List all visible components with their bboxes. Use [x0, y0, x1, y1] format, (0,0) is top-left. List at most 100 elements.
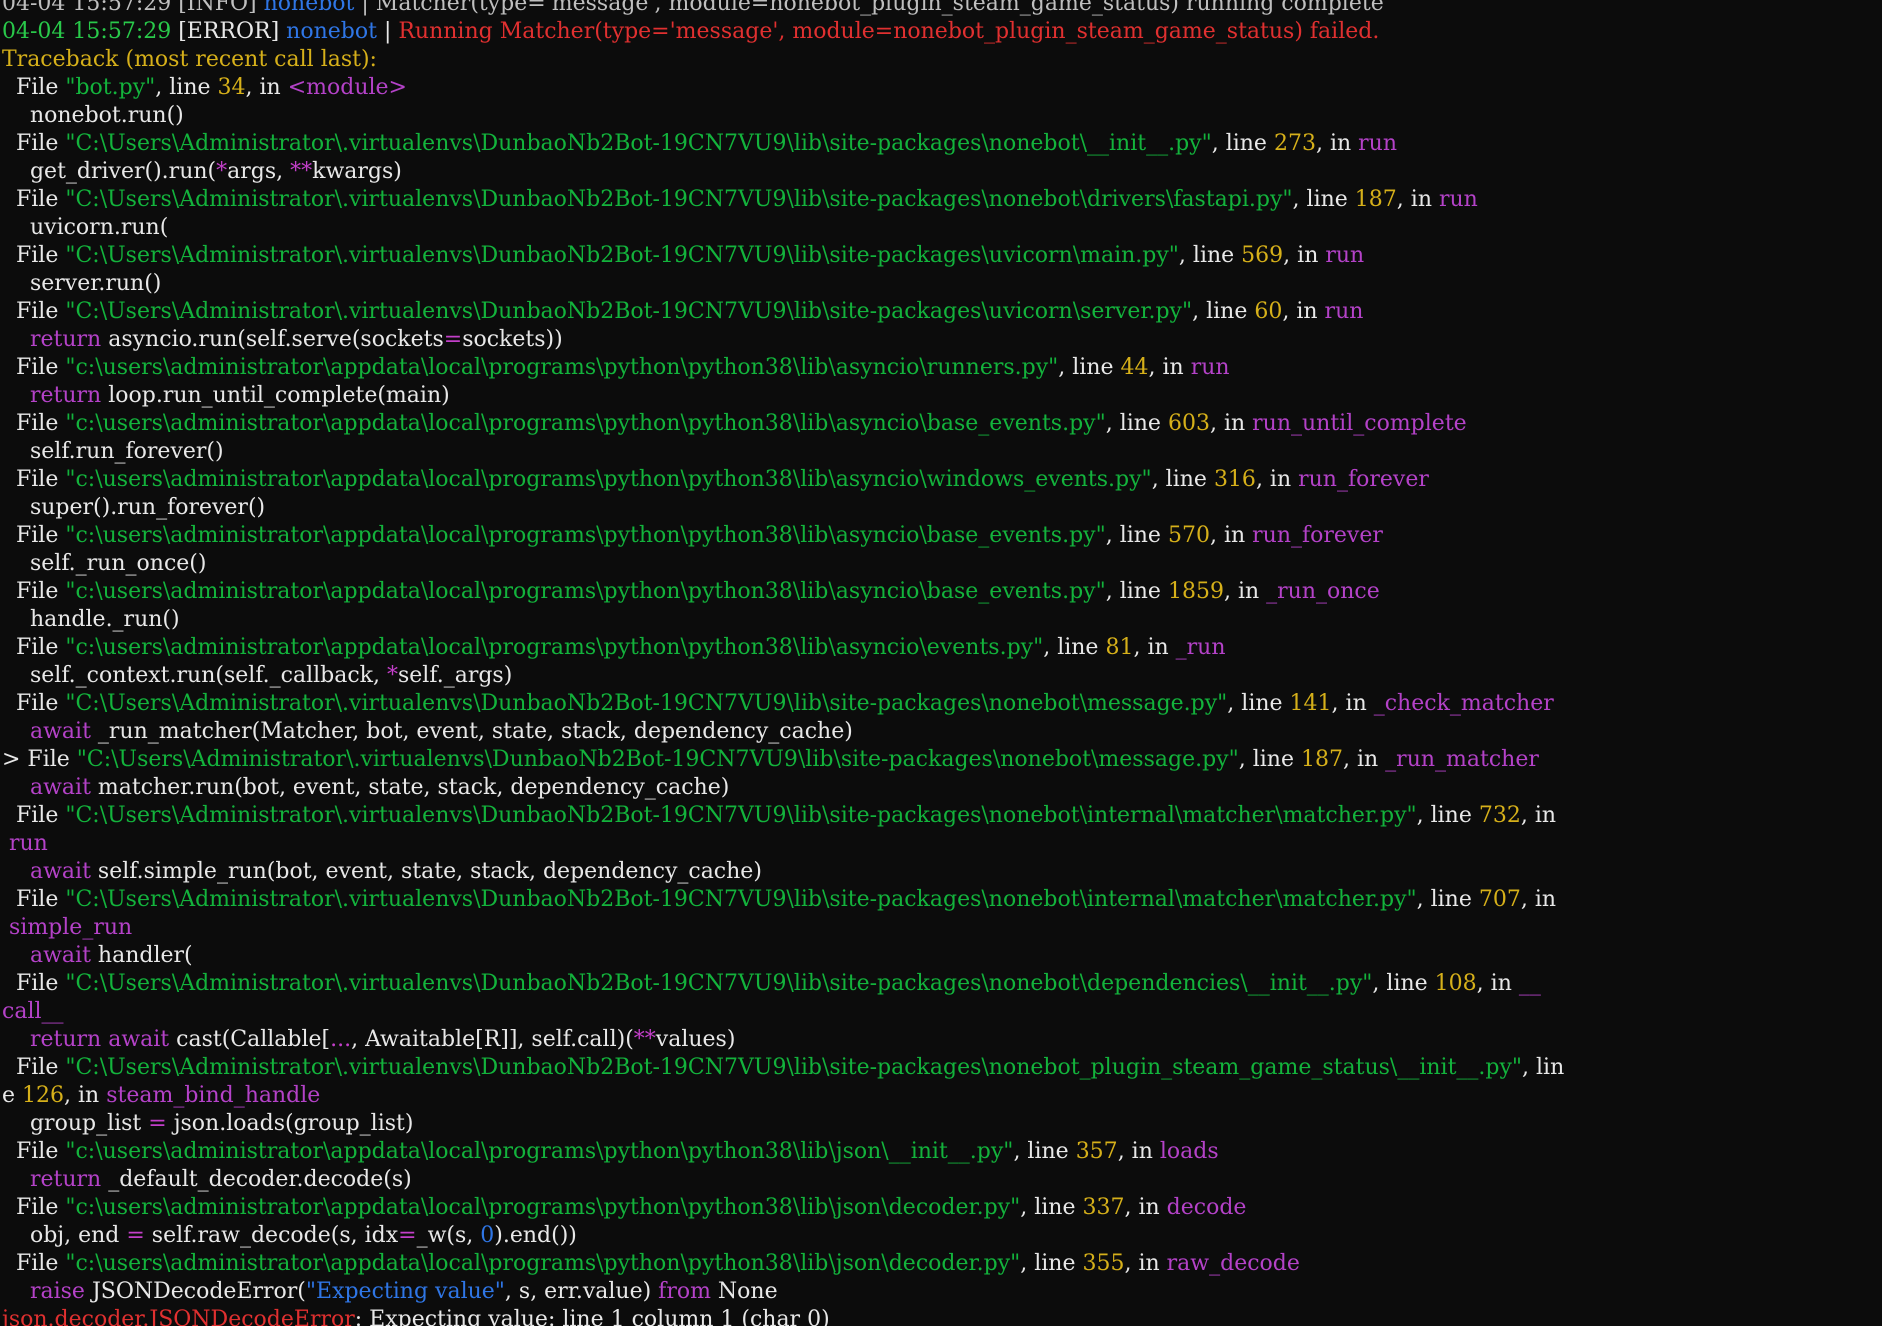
- terminal-line: obj, end = self.raw_decode(s, idx=_w(s, …: [2, 1222, 577, 1250]
- terminal-text: , in: [1331, 691, 1374, 716]
- terminal-text: , in: [1342, 747, 1386, 772]
- terminal-text: , line: [1238, 747, 1301, 772]
- terminal-text: run_forever: [1298, 467, 1429, 492]
- terminal-text: _run: [1175, 635, 1226, 660]
- terminal-text: , in: [1283, 243, 1326, 268]
- terminal-text: steam_bind_handle: [106, 1083, 321, 1108]
- terminal-text: 126: [22, 1083, 65, 1108]
- terminal-text: , line: [1151, 467, 1214, 492]
- terminal-text: "C:\Users\Administrator\.virtualenvs\Dun…: [65, 971, 1373, 996]
- terminal-text: 34: [217, 75, 246, 100]
- terminal-text: run_forever: [1252, 523, 1383, 548]
- terminal-text: "c:\users\administrator\appdata\local\pr…: [65, 579, 1106, 604]
- terminal-line: File "C:\Users\Administrator\.virtualenv…: [2, 886, 1556, 914]
- terminal-line: File "C:\Users\Administrator\.virtualenv…: [2, 186, 1478, 214]
- terminal-text: _w(s,: [416, 1223, 481, 1248]
- terminal-text: json.decoder.JSONDecodeError: [2, 1307, 355, 1326]
- terminal-text: **: [290, 159, 313, 184]
- terminal-text: , line: [155, 75, 218, 100]
- terminal-text: File: [2, 411, 66, 436]
- terminal-text: 60: [1254, 299, 1283, 324]
- terminal-text: 732: [1478, 803, 1521, 828]
- terminal-text: "Expecting value": [305, 1279, 505, 1304]
- terminal-text: None: [710, 1279, 778, 1304]
- terminal-text: run: [1324, 299, 1364, 324]
- terminal-text: asyncio.run(self.serve(sockets: [101, 327, 444, 352]
- terminal-text: __: [1518, 971, 1541, 996]
- terminal-text: , line: [1020, 1251, 1083, 1276]
- terminal-line: File "C:\Users\Administrator\.virtualenv…: [2, 970, 1541, 998]
- terminal-line: File "C:\Users\Administrator\.virtualenv…: [2, 802, 1556, 830]
- terminal-text: 569: [1241, 243, 1284, 268]
- terminal-line: File "C:\Users\Administrator\.virtualenv…: [2, 1054, 1564, 1082]
- terminal-text: 04-04 15:57:29: [2, 19, 179, 44]
- terminal-text: _check_matcher: [1373, 691, 1554, 716]
- terminal-text: 337: [1082, 1195, 1125, 1220]
- terminal-text: raw_decode: [1166, 1251, 1300, 1276]
- terminal-text: run: [1438, 187, 1478, 212]
- terminal-text: <module>: [287, 75, 407, 100]
- terminal-text: File: [2, 971, 66, 996]
- terminal-text: _run_matcher: [1385, 747, 1539, 772]
- terminal-text: from: [658, 1279, 711, 1304]
- terminal-text: self._args): [398, 663, 513, 688]
- terminal-line: e 126, in steam_bind_handle: [2, 1082, 320, 1110]
- terminal-line: File "C:\Users\Administrator\.virtualenv…: [2, 298, 1363, 326]
- terminal-line: call__: [2, 998, 64, 1026]
- terminal-line: json.decoder.JSONDecodeError: Expecting …: [2, 1306, 830, 1326]
- terminal-text: "c:\users\administrator\appdata\local\pr…: [65, 1139, 1014, 1164]
- terminal-text: , line: [1292, 187, 1355, 212]
- terminal-text: values): [655, 1027, 736, 1052]
- terminal-text: ...: [330, 1027, 352, 1052]
- terminal-text: , in: [1124, 1195, 1167, 1220]
- terminal-text: File: [2, 131, 66, 156]
- terminal-text: File: [2, 691, 66, 716]
- terminal-text: File: [2, 187, 66, 212]
- terminal-text: JSONDecodeError(: [84, 1279, 306, 1304]
- terminal-text: _run_once: [1266, 579, 1380, 604]
- terminal-text: , in: [64, 1083, 107, 1108]
- terminal-text: self.raw_decode(s, idx: [144, 1223, 399, 1248]
- terminal-text: handle._run(): [2, 607, 180, 632]
- terminal-text: , line: [1192, 299, 1255, 324]
- terminal-text: 707: [1478, 887, 1521, 912]
- terminal-text: > File: [2, 747, 77, 772]
- terminal-text: simple_run: [2, 915, 133, 940]
- terminal-text: , line: [1105, 523, 1168, 548]
- terminal-text: raise: [2, 1279, 85, 1304]
- terminal-line: super().run_forever(): [2, 494, 265, 522]
- terminal-text: , in: [1520, 803, 1557, 828]
- terminal-line: run: [2, 830, 48, 858]
- terminal-text: , line: [1227, 691, 1290, 716]
- terminal-line: await handler(: [2, 942, 193, 970]
- terminal-text: File: [2, 1055, 66, 1080]
- terminal-line: await self.simple_run(bot, event, state,…: [2, 858, 762, 886]
- terminal-window[interactable]: 04-04 15:57:29 [INFO] nonebot | Matcher(…: [0, 0, 1882, 1326]
- terminal-text: uvicorn.run(: [2, 215, 169, 240]
- terminal-line: Traceback (most recent call last):: [2, 46, 377, 74]
- terminal-text: obj, end: [2, 1223, 127, 1248]
- terminal-line: handle._run(): [2, 606, 180, 634]
- terminal-text: 570: [1167, 523, 1210, 548]
- terminal-text: 603: [1167, 411, 1210, 436]
- terminal-line: File "C:\Users\Administrator\.virtualenv…: [2, 242, 1364, 270]
- terminal-line: get_driver().run(*args, **kwargs): [2, 158, 402, 186]
- terminal-line: File "c:\users\administrator\appdata\loc…: [2, 410, 1467, 438]
- terminal-text: "C:\Users\Administrator\.virtualenvs\Dun…: [65, 187, 1293, 212]
- terminal-text: , in: [1520, 887, 1557, 912]
- terminal-text: decode: [1166, 1195, 1247, 1220]
- terminal-text: server.run(): [2, 271, 162, 296]
- terminal-text: , in: [245, 75, 288, 100]
- terminal-text: await: [2, 719, 91, 744]
- terminal-text: | Matcher(type='message', module=nonebot…: [354, 0, 1384, 16]
- terminal-text: run_until_complete: [1252, 411, 1467, 436]
- terminal-text: "c:\users\administrator\appdata\local\pr…: [65, 355, 1059, 380]
- terminal-text: =: [126, 1223, 145, 1248]
- terminal-text: 44: [1120, 355, 1149, 380]
- terminal-text: "c:\users\administrator\appdata\local\pr…: [65, 1195, 1021, 1220]
- terminal-text: , in: [1396, 187, 1439, 212]
- terminal-text: , line: [1416, 803, 1479, 828]
- terminal-line: File "C:\Users\Administrator\.virtualenv…: [2, 130, 1397, 158]
- terminal-text: 1859: [1167, 579, 1224, 604]
- terminal-text: "c:\users\administrator\appdata\local\pr…: [65, 635, 1044, 660]
